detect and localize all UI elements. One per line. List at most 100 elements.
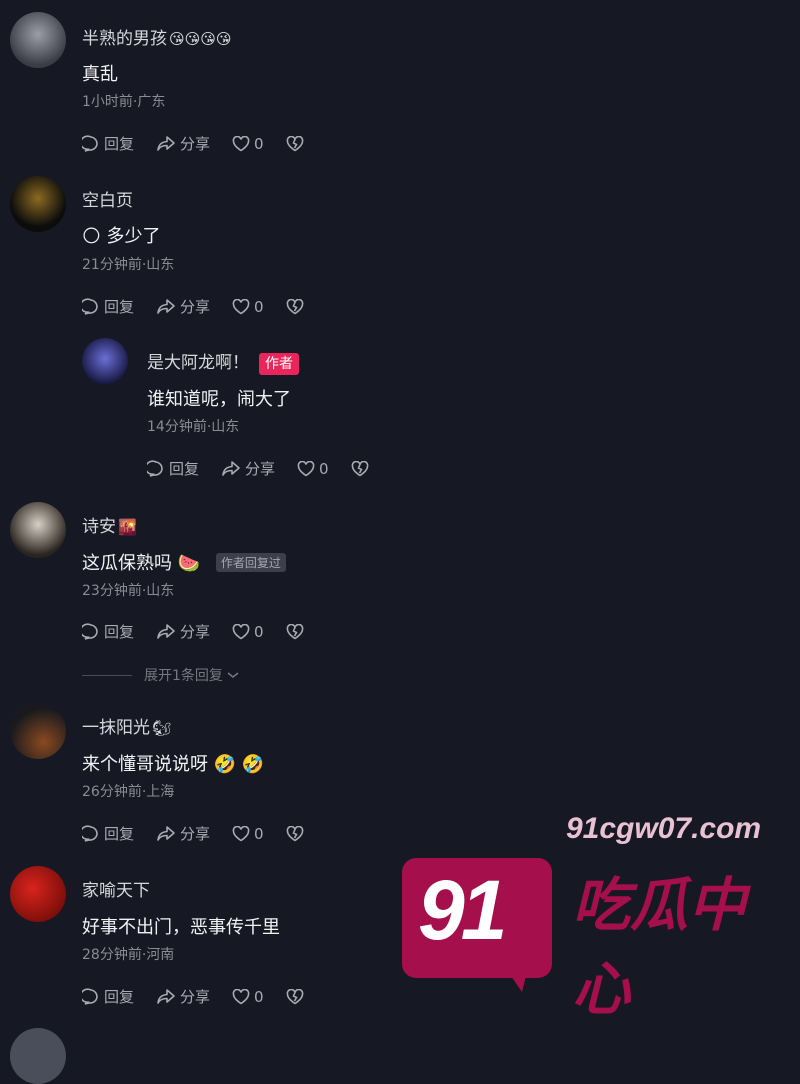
share-button[interactable]: 分享 [156,621,210,642]
like-button[interactable]: 0 [297,460,329,478]
share-button[interactable]: 分享 [156,296,210,317]
dislike-button[interactable] [351,460,373,477]
reply-button[interactable]: 回复 [147,458,199,479]
share-button[interactable]: 分享 [221,458,275,479]
comment-meta: 23分钟前·山东 [82,583,175,599]
comment-meta: 26分钟前·上海 [82,784,175,800]
comment-text: 🌕 多少了 [82,226,161,247]
dislike-button[interactable] [286,623,308,640]
broken-heart-icon [286,135,303,151]
heart-icon [232,988,250,1004]
broken-heart-icon [286,988,303,1004]
comment-icon [82,134,98,152]
comment-meta: 1小时前·广东 [82,94,166,110]
comment-text: 这瓜保熟吗 🍉 作者回复过 [82,549,286,575]
like-button[interactable]: 0 [232,135,264,153]
reply-button[interactable]: 回复 [82,621,134,642]
text-emoji: 🍉 [177,553,201,574]
share-icon [157,623,175,639]
avatar[interactable] [10,1028,66,1084]
share-button[interactable]: 分享 [156,133,210,154]
avatar[interactable] [82,338,128,384]
heart-icon [232,825,250,841]
username-emoji: 😘😘😘😘 [169,30,232,48]
author-tag: 作者 [259,353,299,375]
dislike-button[interactable] [286,988,308,1005]
username[interactable]: 诗安 🌇 [82,512,137,537]
comment-icon [82,987,98,1005]
comment-text: 真乱 [82,64,118,85]
watermark-title: 吃瓜中心 [572,871,747,1023]
username-emoji: 🌇 [118,518,137,536]
comment-actions: 回复 分享 0 [82,986,330,1007]
avatar[interactable] [10,176,66,232]
comment-actions: 回复 分享 0 [82,296,330,317]
comment-actions: 回复 分享 0 [82,621,330,642]
comment-text: 好事不出门，恶事传千里 [82,917,280,938]
broken-heart-icon [286,623,303,639]
broken-heart-icon [286,298,303,314]
watermark-logo-tail [500,960,530,992]
avatar[interactable] [10,866,66,922]
comment-meta: 14分钟前·山东 [147,419,240,435]
share-icon [157,298,175,314]
like-count: 0 [254,297,264,316]
share-icon [222,460,240,476]
avatar[interactable] [10,703,66,759]
divider [82,674,132,676]
text-emoji: 🤣 🤣 [213,754,265,775]
like-count: 0 [319,459,329,478]
avatar[interactable] [10,12,66,68]
like-button[interactable]: 0 [232,623,264,641]
username-emoji: 🐿 [152,719,172,737]
author-replied-tag: 作者回复过 [215,553,286,572]
dislike-button[interactable] [286,135,308,152]
like-count: 0 [254,987,264,1006]
heart-icon [297,460,315,476]
like-count: 0 [254,824,264,843]
expand-replies-button[interactable]: 展开1条回复 [82,665,240,685]
reply-button[interactable]: 回复 [82,133,134,154]
username[interactable]: 一抹阳光 🐿 [82,713,171,738]
comment-actions: 回复 分享 0 [82,823,330,844]
heart-icon [232,135,250,151]
comment-meta: 21分钟前·山东 [82,257,175,273]
username[interactable]: 是大阿龙啊！ 作者 [147,348,299,375]
heart-icon [232,623,250,639]
comment-actions: 回复 分享 0 [82,133,330,154]
comment-icon [82,622,98,640]
comment-icon [82,297,98,315]
like-button[interactable]: 0 [232,298,264,316]
like-button[interactable]: 0 [232,825,264,843]
comment-text: 谁知道呢，闹大了 [147,389,291,410]
comment-icon [147,459,163,477]
share-button[interactable]: 分享 [156,986,210,1007]
share-icon [157,988,175,1004]
comment-actions: 回复 分享 0 [147,458,395,479]
like-count: 0 [254,134,264,153]
avatar[interactable] [10,502,66,558]
comment-icon [82,824,98,842]
like-button[interactable]: 0 [232,988,264,1006]
reply-button[interactable]: 回复 [82,986,134,1007]
like-count: 0 [254,622,264,641]
text-emoji: 🌕 [82,226,101,247]
share-icon [157,825,175,841]
comment-meta: 28分钟前·河南 [82,947,175,963]
username[interactable]: 空白页 [82,186,133,211]
heart-icon [232,298,250,314]
username[interactable]: 半熟的男孩 😘😘😘😘 [82,24,232,49]
broken-heart-icon [286,825,303,841]
chevron-down-icon [227,672,239,678]
dislike-button[interactable] [286,298,308,315]
share-icon [157,135,175,151]
share-button[interactable]: 分享 [156,823,210,844]
comment-text: 来个懂哥说说呀 🤣 🤣 [82,754,265,775]
watermark-number: 91 [418,863,507,957]
reply-button[interactable]: 回复 [82,296,134,317]
watermark-domain: 91cgw07.com [566,812,762,845]
reply-button[interactable]: 回复 [82,823,134,844]
broken-heart-icon [351,460,368,476]
username[interactable]: 家喻天下 [82,876,150,901]
dislike-button[interactable] [286,825,308,842]
